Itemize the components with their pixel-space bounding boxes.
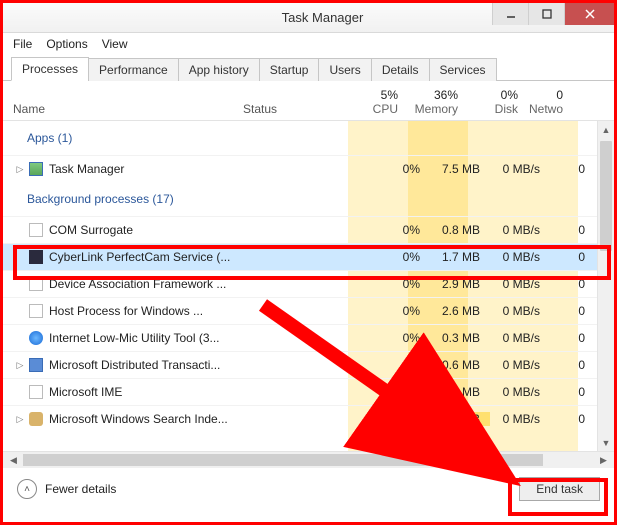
menu-bar: File Options View (3, 33, 614, 55)
process-list: ▲ ▼ Apps (1) ▷ Task Manager 0% 7.5 MB 0 … (3, 121, 614, 451)
col-cpu[interactable]: 5%CPU (348, 88, 408, 116)
close-button[interactable] (564, 3, 614, 25)
row-ms-ime[interactable]: Microsoft IME 0%0.6 MB0 MB/s0 (3, 378, 614, 405)
app-icon (27, 161, 45, 177)
window-controls (492, 3, 614, 25)
row-device-association[interactable]: Device Association Framework ... 0%2.9 M… (3, 270, 614, 297)
tab-app-history[interactable]: App history (178, 58, 260, 81)
tab-users[interactable]: Users (318, 58, 371, 81)
expand-icon[interactable]: ▷ (13, 360, 27, 371)
row-com-surrogate[interactable]: COM Surrogate 0%0.8 MB0 MB/s0 (3, 216, 614, 243)
col-network[interactable]: 0Netwo (528, 88, 573, 116)
title-bar: Task Manager (3, 3, 614, 33)
vertical-scrollbar[interactable]: ▲ ▼ (597, 121, 614, 451)
app-icon (27, 303, 45, 319)
menu-view[interactable]: View (102, 37, 128, 51)
row-ms-search-index[interactable]: ▷ Microsoft Windows Search Inde... 0%12.… (3, 405, 614, 432)
row-task-manager[interactable]: ▷ Task Manager 0% 7.5 MB 0 MB/s 0 (3, 155, 614, 182)
group-apps: Apps (1) (3, 121, 614, 155)
fewer-details-label: Fewer details (45, 482, 116, 496)
end-task-button[interactable]: End task (519, 477, 600, 501)
fewer-details-button[interactable]: ˄ Fewer details (17, 479, 116, 499)
group-background: Background processes (17) (3, 182, 614, 216)
maximize-button[interactable] (528, 3, 564, 25)
tab-details[interactable]: Details (371, 58, 430, 81)
app-icon (27, 276, 45, 292)
row-ms-dtc[interactable]: ▷ Microsoft Distributed Transacti... 0%0… (3, 351, 614, 378)
scroll-right-icon[interactable]: ▶ (595, 455, 612, 466)
group-apps-label: Apps (1) (27, 131, 243, 145)
expand-icon[interactable]: ▷ (13, 164, 27, 175)
menu-file[interactable]: File (13, 37, 32, 51)
group-background-label: Background processes (17) (27, 192, 243, 206)
scroll-thumb[interactable] (600, 141, 612, 251)
col-memory[interactable]: 36%Memory (408, 88, 468, 116)
row-internet-lowmic[interactable]: Internet Low-Mic Utility Tool (3... 0%0.… (3, 324, 614, 351)
row-host-process[interactable]: Host Process for Windows ... 0%2.6 MB0 M… (3, 297, 614, 324)
column-headers: Name Status 5%CPU 36%Memory 0%Disk 0Netw… (3, 81, 614, 121)
search-icon (27, 411, 45, 427)
expand-icon[interactable]: ▷ (13, 414, 27, 425)
tab-strip: Processes Performance App history Startu… (3, 55, 614, 81)
tab-performance[interactable]: Performance (88, 58, 179, 81)
horizontal-scrollbar[interactable]: ◀ ▶ (3, 451, 614, 468)
footer: ˄ Fewer details End task (3, 468, 614, 510)
tab-processes[interactable]: Processes (11, 57, 89, 81)
app-icon (27, 249, 45, 265)
app-icon (27, 384, 45, 400)
app-icon (27, 357, 45, 373)
chevron-up-icon: ˄ (17, 479, 37, 499)
col-status[interactable]: Status (243, 102, 348, 116)
scroll-down-icon[interactable]: ▼ (598, 434, 614, 451)
tab-services[interactable]: Services (429, 58, 497, 81)
row-cyberlink-perfectcam[interactable]: CyberLink PerfectCam Service (... 0%1.7 … (3, 243, 614, 270)
col-name[interactable]: Name (13, 102, 243, 116)
hscroll-thumb[interactable] (23, 454, 543, 466)
app-icon (27, 222, 45, 238)
tab-startup[interactable]: Startup (259, 58, 320, 81)
menu-options[interactable]: Options (46, 37, 87, 51)
scroll-up-icon[interactable]: ▲ (598, 121, 614, 138)
scroll-left-icon[interactable]: ◀ (5, 455, 22, 466)
col-disk[interactable]: 0%Disk (468, 88, 528, 116)
ie-icon (27, 330, 45, 346)
minimize-button[interactable] (492, 3, 528, 25)
